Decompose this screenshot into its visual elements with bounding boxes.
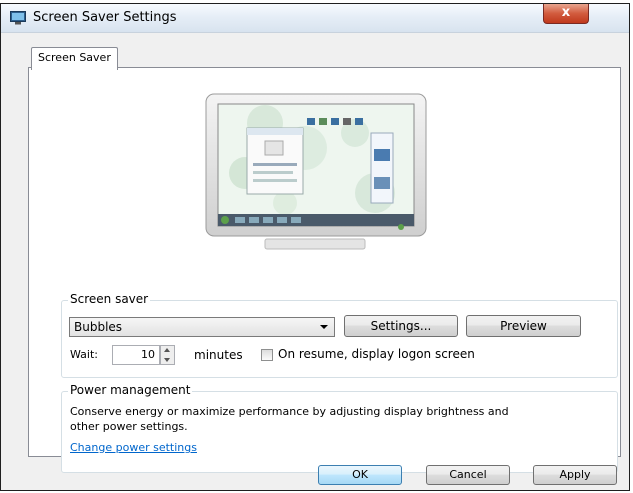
chevron-down-icon [320, 325, 328, 329]
apply-button[interactable]: Apply [533, 465, 617, 485]
wait-minutes-value: 10 [141, 348, 155, 361]
wait-label: Wait: [70, 348, 98, 361]
wait-minutes-input[interactable]: 10 [112, 345, 160, 365]
cancel-button[interactable]: Cancel [426, 465, 510, 485]
title-bar: Screen Saver Settings x [1, 4, 629, 33]
ok-button[interactable]: OK [318, 465, 402, 485]
preview-button[interactable]: Preview [466, 315, 581, 337]
screen-saver-dropdown[interactable]: Bubbles [69, 317, 335, 337]
power-description: Conserve energy or maximize performance … [70, 405, 509, 433]
change-power-settings-link[interactable]: Change power settings [70, 441, 197, 454]
close-icon: x [561, 5, 571, 20]
cancel-button-label: Cancel [449, 468, 487, 481]
screen-saver-preview-monitor [205, 93, 427, 250]
monitor-icon [10, 11, 26, 25]
ok-button-label: OK [352, 468, 368, 481]
spin-up-icon[interactable] [164, 348, 170, 352]
screen-saver-group-label: Screen saver [68, 292, 151, 306]
close-button[interactable]: x [543, 4, 589, 24]
screen-saver-group: Screen saver [61, 292, 618, 378]
wait-minutes-stepper[interactable] [160, 345, 175, 365]
preview-button-label: Preview [500, 319, 547, 333]
resume-logon-checkbox[interactable] [261, 349, 273, 361]
tab-label: Screen Saver [38, 51, 111, 64]
minutes-label: minutes [194, 348, 243, 362]
screen-saver-selected-value: Bubbles [74, 320, 123, 334]
settings-button-label: Settings... [370, 319, 432, 333]
spin-down-icon[interactable] [164, 358, 170, 362]
power-management-group-label: Power management [68, 383, 193, 397]
tab-screen-saver[interactable]: Screen Saver [31, 47, 118, 70]
settings-button[interactable]: Settings... [344, 315, 458, 337]
resume-logon-label[interactable]: On resume, display logon screen [278, 347, 475, 361]
window-title: Screen Saver Settings [33, 10, 177, 25]
apply-button-label: Apply [559, 468, 591, 481]
